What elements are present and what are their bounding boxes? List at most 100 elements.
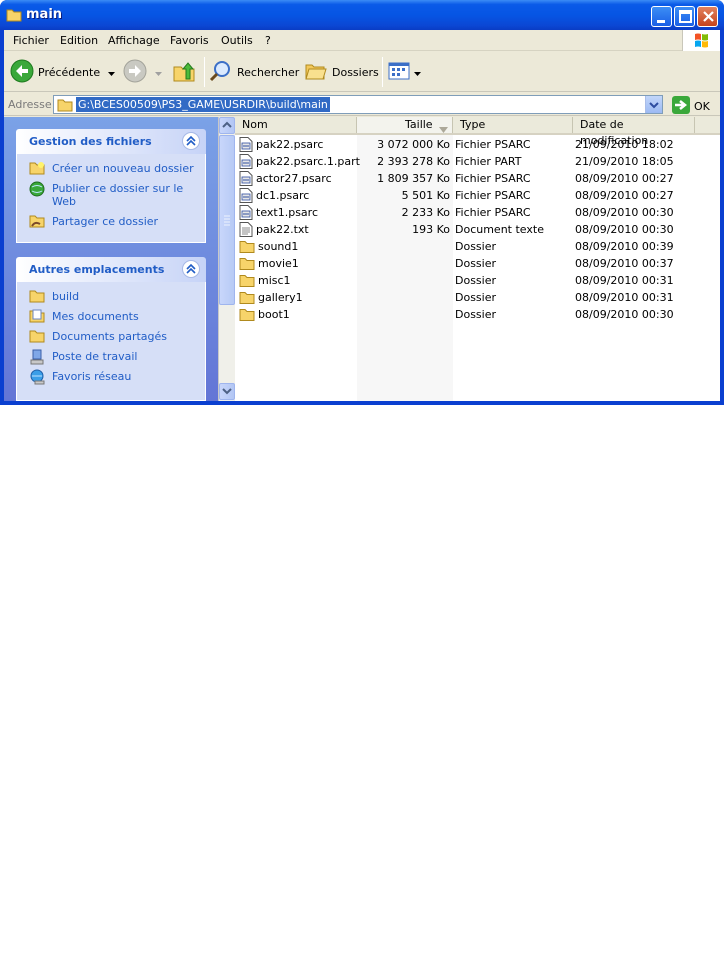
row-size: 193 Ko <box>412 223 450 236</box>
up-folder-button[interactable] <box>172 58 196 86</box>
collapse-icon[interactable] <box>182 260 200 278</box>
row-name-cell: pak22.psarc <box>239 136 323 153</box>
scroll-down-button[interactable] <box>219 383 235 400</box>
place-build-label: build <box>52 290 80 303</box>
file-icon <box>239 188 253 203</box>
row-size: 1 809 357 Ko <box>377 172 450 185</box>
row-size: 3 072 000 Ko <box>377 138 450 151</box>
search-button-label: Rechercher <box>237 65 300 79</box>
file-tasks-header[interactable]: Gestion des fichiers <box>16 129 206 154</box>
table-row[interactable]: misc1 Dossier 08/09/2010 00:31 <box>235 272 720 289</box>
folder-icon <box>239 291 255 304</box>
place-shared-documents[interactable]: Documents partagés <box>17 330 205 343</box>
go-button[interactable]: OK <box>668 96 710 117</box>
file-icon <box>239 154 253 169</box>
table-row[interactable]: gallery1 Dossier 08/09/2010 00:31 <box>235 289 720 306</box>
row-date: 08/09/2010 00:39 <box>575 240 674 253</box>
forward-arrow-icon <box>123 59 147 86</box>
back-arrow-icon <box>10 59 34 86</box>
row-name: pak22.psarc.1.part <box>256 155 360 168</box>
table-row[interactable]: text1.psarc 2 233 Ko Fichier PSARC 08/09/20… <box>235 204 720 221</box>
row-type: Dossier <box>455 240 497 253</box>
folder-icon <box>6 8 22 25</box>
menu-affichage[interactable]: Affichage <box>108 34 160 47</box>
column-header-date[interactable]: Date de modification <box>573 117 695 147</box>
folder-icon <box>239 240 255 253</box>
back-button[interactable]: Précédente <box>10 58 116 86</box>
address-dropdown-button[interactable] <box>645 96 662 113</box>
row-date: 08/09/2010 00:30 <box>575 206 674 219</box>
place-my-documents[interactable]: Mes documents <box>17 309 205 323</box>
place-network[interactable]: Favoris réseau <box>17 369 205 385</box>
chevron-down-icon[interactable] <box>155 66 162 79</box>
place-network-label: Favoris réseau <box>52 370 132 383</box>
chevron-down-icon[interactable] <box>414 66 421 79</box>
row-type: Dossier <box>455 308 497 321</box>
row-date: 08/09/2010 00:30 <box>575 223 674 236</box>
row-date: 08/09/2010 00:27 <box>575 172 674 185</box>
table-row[interactable]: pak22.psarc 3 072 000 Ko Fichier PSARC 21/0… <box>235 136 720 153</box>
row-date: 21/09/2010 18:02 <box>575 138 674 151</box>
menu-edition[interactable]: Edition <box>60 34 98 47</box>
address-bar: Adresse G:\BCES00509\PS3_GAME\USRDIR\bui… <box>4 93 720 116</box>
search-button[interactable]: Rechercher <box>209 58 299 86</box>
task-share-folder[interactable]: Partager ce dossier <box>17 215 205 228</box>
column-header-name[interactable]: Nom <box>235 117 357 133</box>
maximize-button[interactable] <box>674 6 695 27</box>
other-places-header[interactable]: Autres emplacements <box>16 257 206 282</box>
row-name-cell: movie1 <box>239 255 299 272</box>
windows-logo-icon <box>682 30 720 51</box>
chevron-down-icon[interactable] <box>108 66 116 79</box>
table-row[interactable]: sound1 Dossier 08/09/2010 00:39 <box>235 238 720 255</box>
views-button[interactable] <box>387 58 421 86</box>
folders-button[interactable]: Dossiers <box>304 58 379 86</box>
address-label: Adresse <box>8 98 52 111</box>
column-header-size[interactable]: Taille <box>357 117 453 133</box>
table-row[interactable]: actor27.psarc 1 809 357 Ko Fichier PSARC 08… <box>235 170 720 187</box>
address-path[interactable]: G:\BCES00509\PS3_GAME\USRDIR\build\main <box>76 97 330 112</box>
row-date: 08/09/2010 00:31 <box>575 274 674 287</box>
row-type: Fichier PSARC <box>455 189 531 202</box>
row-type: Fichier PSARC <box>455 172 531 185</box>
shared-folder-icon <box>29 329 45 346</box>
collapse-icon[interactable] <box>182 132 200 150</box>
minimize-button[interactable] <box>651 6 672 27</box>
menu-help[interactable]: ? <box>265 34 271 47</box>
table-row[interactable]: boot1 Dossier 08/09/2010 00:30 <box>235 306 720 323</box>
menu-favoris[interactable]: Favoris <box>170 34 209 47</box>
title-bar[interactable]: main <box>0 0 724 30</box>
table-row[interactable]: pak22.txt 193 Ko Document texte 08/09/2010 … <box>235 221 720 238</box>
row-size <box>355 272 450 289</box>
forward-button[interactable] <box>123 58 162 86</box>
place-build[interactable]: build <box>17 290 205 303</box>
scroll-thumb[interactable] <box>219 135 235 305</box>
network-icon <box>29 369 45 388</box>
text-file-icon <box>239 222 253 237</box>
row-size <box>355 306 450 323</box>
row-name-cell: pak22.txt <box>239 221 309 238</box>
back-button-label: Précédente <box>38 65 101 79</box>
column-header-type[interactable]: Type <box>453 117 573 133</box>
scroll-up-button[interactable] <box>219 117 235 134</box>
folder-icon <box>29 289 45 306</box>
other-places-panel: Autres emplacements build Mes documents … <box>16 257 206 401</box>
table-row[interactable]: pak22.psarc.1.part 2 393 278 Ko Fichier PA… <box>235 153 720 170</box>
address-input[interactable]: G:\BCES00509\PS3_GAME\USRDIR\build\main <box>53 95 663 114</box>
close-button[interactable] <box>697 6 718 27</box>
row-name: pak22.txt <box>256 223 309 236</box>
table-row[interactable]: movie1 Dossier 08/09/2010 00:37 <box>235 255 720 272</box>
place-my-computer[interactable]: Poste de travail <box>17 349 205 365</box>
table-row[interactable]: dc1.psarc 5 501 Ko Fichier PSARC 08/09/2010… <box>235 187 720 204</box>
row-name: pak22.psarc <box>256 138 324 151</box>
menu-fichier[interactable]: Fichier <box>13 34 49 47</box>
task-pane-scrollbar[interactable] <box>218 117 235 401</box>
file-tasks-body: Créer un nouveau dossier Publier ce doss… <box>16 154 206 243</box>
row-name: actor27.psarc <box>256 172 332 185</box>
menu-outils[interactable]: Outils <box>221 34 253 47</box>
row-name-cell: gallery1 <box>239 289 303 306</box>
go-arrow-icon <box>672 96 690 117</box>
file-tasks-title: Gestion des fichiers <box>29 135 152 148</box>
row-type: Fichier PSARC <box>455 206 531 219</box>
task-publish-web[interactable]: Publier ce dossier sur le Web <box>17 181 205 208</box>
task-new-folder[interactable]: Créer un nouveau dossier <box>17 162 205 175</box>
